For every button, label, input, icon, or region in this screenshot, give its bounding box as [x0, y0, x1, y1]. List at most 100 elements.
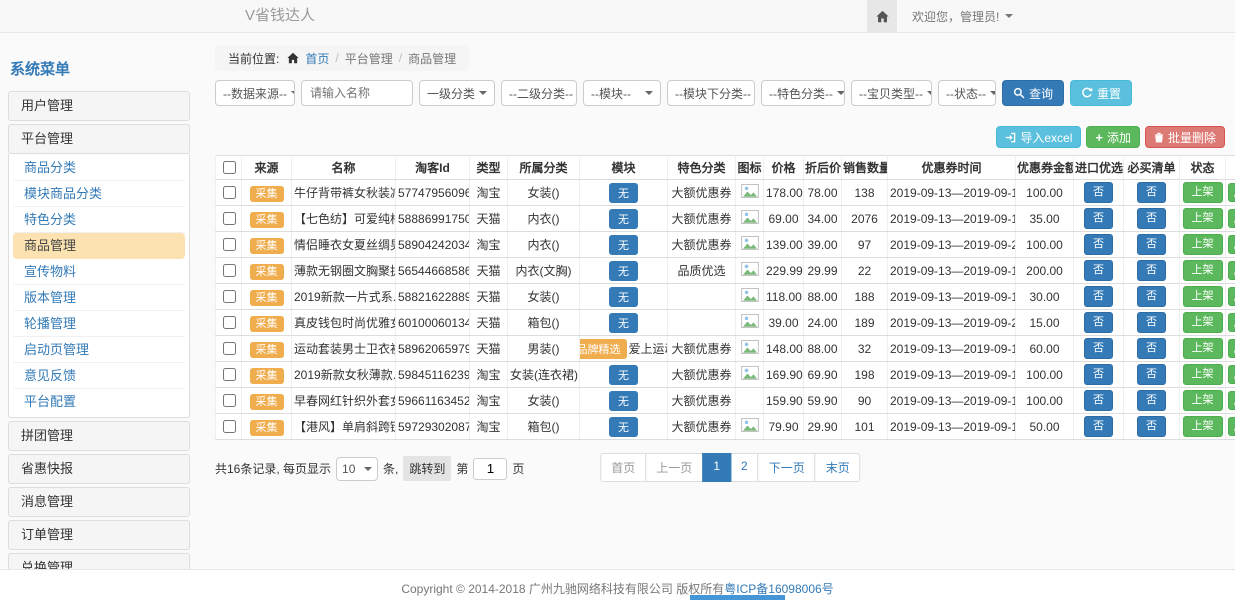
- filter-select-level2-category[interactable]: --二级分类--: [501, 80, 577, 106]
- sidebar-item[interactable]: 消息管理: [8, 487, 190, 517]
- filter-select-item-type[interactable]: --宝贝类型--: [851, 80, 932, 106]
- import-pref-toggle[interactable]: 否: [1084, 338, 1113, 358]
- filter-select-status[interactable]: --状态--: [938, 80, 996, 106]
- row-checkbox[interactable]: [223, 290, 236, 303]
- must-buy-toggle[interactable]: 否: [1137, 416, 1166, 436]
- filter-select-module-subcategory[interactable]: --模块下分类--: [667, 80, 755, 106]
- search-button[interactable]: 查询: [1002, 80, 1064, 106]
- row-checkbox[interactable]: [223, 212, 236, 225]
- import-pref-toggle[interactable]: 否: [1084, 286, 1113, 306]
- edit-button[interactable]: [1228, 287, 1235, 306]
- sidebar-subitem[interactable]: 平台配置: [13, 389, 185, 414]
- page-button-首页[interactable]: 首页: [600, 453, 646, 482]
- sidebar-subitem[interactable]: 意见反馈: [13, 363, 185, 389]
- jump-button[interactable]: 跳转到: [403, 456, 451, 481]
- row-checkbox[interactable]: [223, 394, 236, 407]
- add-button[interactable]: + 添加: [1086, 126, 1140, 148]
- feature-category: 大额优惠券: [668, 336, 736, 362]
- user-menu[interactable]: 欢迎您，管理员!: [912, 8, 1013, 25]
- must-buy-toggle[interactable]: 否: [1137, 234, 1166, 254]
- status-toggle[interactable]: 上架: [1183, 416, 1223, 436]
- filter-input-name-search[interactable]: [301, 80, 413, 106]
- must-buy-toggle[interactable]: 否: [1137, 338, 1166, 358]
- filter-select-feature-category[interactable]: --特色分类--: [761, 80, 845, 106]
- icp-link[interactable]: 粤ICP备16098006号: [724, 582, 833, 596]
- must-buy-toggle[interactable]: 否: [1137, 260, 1166, 280]
- import-pref-toggle[interactable]: 否: [1084, 364, 1113, 384]
- status-toggle[interactable]: 上架: [1183, 338, 1223, 358]
- row-checkbox[interactable]: [223, 264, 236, 277]
- row-checkbox[interactable]: [223, 368, 236, 381]
- row-checkbox[interactable]: [223, 420, 236, 433]
- reset-button[interactable]: 重置: [1070, 80, 1132, 106]
- edit-button[interactable]: [1228, 365, 1235, 384]
- select-all-checkbox[interactable]: [223, 161, 236, 174]
- sidebar-item[interactable]: 用户管理: [8, 91, 190, 121]
- row-checkbox[interactable]: [223, 342, 236, 355]
- status-toggle[interactable]: 上架: [1183, 208, 1223, 228]
- page-button-1[interactable]: 1: [702, 453, 731, 482]
- sidebar-item[interactable]: 拼团管理: [8, 421, 190, 451]
- status-toggle[interactable]: 上架: [1183, 286, 1223, 306]
- batch-delete-button[interactable]: 批量删除: [1145, 126, 1225, 148]
- horizontal-scrollbar-thumb[interactable]: [690, 595, 785, 600]
- import-pref-toggle[interactable]: 否: [1084, 260, 1113, 280]
- sidebar-subitem[interactable]: 版本管理: [13, 285, 185, 311]
- icon-cell: [736, 258, 764, 284]
- sidebar-item[interactable]: 省惠快报: [8, 454, 190, 484]
- status-toggle[interactable]: 上架: [1183, 234, 1223, 254]
- must-buy-toggle[interactable]: 否: [1137, 312, 1166, 332]
- filter-select-data-source[interactable]: --数据来源--: [215, 80, 295, 106]
- status-toggle[interactable]: 上架: [1183, 312, 1223, 332]
- status-toggle[interactable]: 上架: [1183, 182, 1223, 202]
- sidebar-subitem[interactable]: 轮播管理: [13, 311, 185, 337]
- page-button-下一页[interactable]: 下一页: [758, 453, 816, 482]
- jump-page-input[interactable]: [473, 458, 507, 480]
- sales-count: 101: [842, 414, 888, 440]
- import-pref-toggle[interactable]: 否: [1084, 234, 1113, 254]
- edit-button[interactable]: [1228, 313, 1235, 332]
- edit-button[interactable]: [1228, 209, 1235, 228]
- import-excel-button[interactable]: 导入excel: [996, 126, 1081, 148]
- edit-button[interactable]: [1228, 417, 1235, 436]
- sidebar-subitem[interactable]: 商品分类: [13, 155, 185, 181]
- sidebar-subitem[interactable]: 模块商品分类: [13, 181, 185, 207]
- sidebar-subitem[interactable]: 启动页管理: [13, 337, 185, 363]
- sidebar-item[interactable]: 平台管理: [8, 124, 190, 154]
- status-toggle[interactable]: 上架: [1183, 364, 1223, 384]
- page-button-末页[interactable]: 末页: [815, 453, 861, 482]
- sidebar-item[interactable]: 订单管理: [8, 520, 190, 550]
- import-pref-toggle[interactable]: 否: [1084, 312, 1113, 332]
- page-button-2[interactable]: 2: [730, 453, 759, 482]
- product-name: 运动套装男士卫衣初秋...: [292, 336, 396, 362]
- status-toggle[interactable]: 上架: [1183, 390, 1223, 410]
- breadcrumb-home-link[interactable]: 首页: [305, 50, 329, 67]
- sidebar-subitem[interactable]: 特色分类: [13, 207, 185, 233]
- sidebar-subitem[interactable]: 宣传物料: [13, 259, 185, 285]
- import-pref-toggle[interactable]: 否: [1084, 208, 1113, 228]
- row-checkbox[interactable]: [223, 316, 236, 329]
- row-checkbox[interactable]: [223, 238, 236, 251]
- status-toggle[interactable]: 上架: [1183, 260, 1223, 280]
- must-buy-toggle[interactable]: 否: [1137, 390, 1166, 410]
- must-buy-toggle[interactable]: 否: [1137, 286, 1166, 306]
- sidebar-item[interactable]: 兑换管理: [8, 553, 190, 569]
- edit-button[interactable]: [1228, 339, 1235, 358]
- edit-button[interactable]: [1228, 391, 1235, 410]
- must-buy-toggle[interactable]: 否: [1137, 208, 1166, 228]
- per-page-select[interactable]: 10: [336, 457, 378, 481]
- filter-select-level1-category[interactable]: 一级分类: [419, 80, 495, 106]
- import-pref-toggle[interactable]: 否: [1084, 182, 1113, 202]
- must-buy-toggle[interactable]: 否: [1137, 182, 1166, 202]
- edit-button[interactable]: [1228, 235, 1235, 254]
- edit-button[interactable]: [1228, 261, 1235, 280]
- import-pref-toggle[interactable]: 否: [1084, 416, 1113, 436]
- edit-button[interactable]: [1228, 183, 1235, 202]
- filter-select-module[interactable]: --模块--: [583, 80, 661, 106]
- sidebar-item-active[interactable]: 商品管理: [13, 233, 185, 259]
- home-button[interactable]: [867, 0, 897, 32]
- must-buy-toggle[interactable]: 否: [1137, 364, 1166, 384]
- row-checkbox[interactable]: [223, 186, 236, 199]
- import-pref-toggle[interactable]: 否: [1084, 390, 1113, 410]
- page-button-上一页[interactable]: 上一页: [645, 453, 703, 482]
